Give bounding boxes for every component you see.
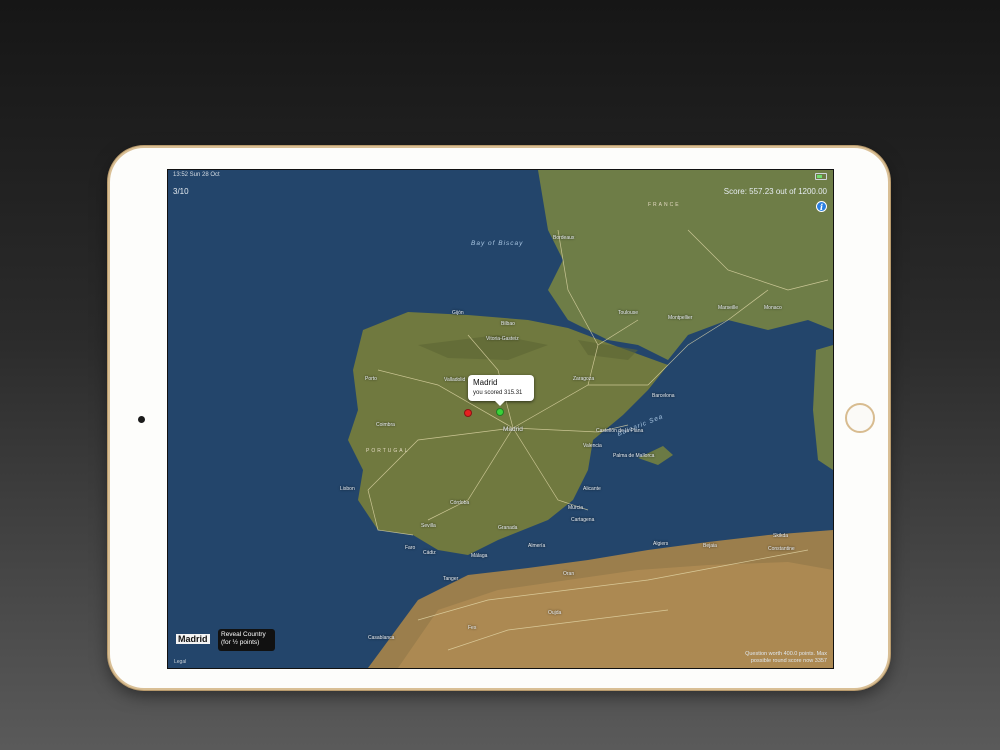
city-label: Toulouse <box>618 310 639 316</box>
city-label: Montpellier <box>668 315 693 321</box>
city-label: Lisbon <box>340 486 355 492</box>
reveal-country-button[interactable]: Reveal Country (for ½ points) <box>218 629 275 651</box>
city-label: Castellón de la Plana <box>596 428 644 434</box>
city-label: Skikda <box>773 533 789 539</box>
score-display: Score: 557.23 out of 1200.00 <box>723 187 827 196</box>
city-label: Cartagena <box>571 517 595 523</box>
reveal-button-line2: (for ½ points) <box>221 639 260 646</box>
city-label: Monaco <box>764 305 782 311</box>
round-note-line2: possible round score now 3357 <box>750 658 827 664</box>
answer-pin[interactable] <box>496 408 504 416</box>
round-note: Question worth 400.0 points. Max possibl… <box>745 651 827 665</box>
city-label: Constantine <box>768 546 795 552</box>
city-label: Casablanca <box>368 635 395 641</box>
city-label: Bejaia <box>703 543 717 549</box>
city-label: Vitoria-Gasteiz <box>486 336 519 342</box>
city-label: Granada <box>498 525 518 531</box>
legal-link[interactable]: Legal <box>174 659 186 665</box>
city-label: Oran <box>563 571 575 577</box>
city-label: Alicante <box>583 486 601 492</box>
city-label: Porto <box>365 376 377 382</box>
guess-pin[interactable] <box>464 409 472 417</box>
country-label-france: FRANCE <box>648 202 681 208</box>
callout-title: Madrid <box>473 378 498 387</box>
city-label: Faro <box>405 545 416 551</box>
city-label: Valladolid <box>444 377 466 383</box>
home-button[interactable] <box>845 403 875 433</box>
city-label: Algiers <box>653 541 669 547</box>
answer-label: Madrid <box>176 634 210 644</box>
city-label: Cádiz <box>423 550 436 556</box>
country-label-portugal: PORTUGAL <box>366 448 410 454</box>
city-label: Barcelona <box>652 393 675 399</box>
city-label: Málaga <box>471 553 488 559</box>
city-label: Oujda <box>548 610 562 616</box>
round-counter: 3/10 <box>173 187 189 196</box>
city-label: Bordeaux <box>553 235 575 241</box>
callout-subtitle: you scored 315.31 <box>473 390 523 396</box>
city-label: Almería <box>528 543 546 549</box>
score-callout: Madrid you scored 315.31 <box>468 375 534 406</box>
city-label: Coimbra <box>376 422 395 428</box>
city-label: Tanger <box>443 576 459 582</box>
city-label: Gijón <box>452 310 464 316</box>
city-label: Marseille <box>718 305 739 311</box>
battery-icon <box>815 173 827 180</box>
city-label: Zaragoza <box>573 376 595 382</box>
app-screen: 13:52 Sun 28 Oct 3/10 Score: 557.23 out … <box>167 169 834 669</box>
city-label: Córdoba <box>450 500 470 506</box>
status-time: 13:52 Sun 28 Oct <box>173 172 220 178</box>
city-label: Murcia <box>568 505 584 511</box>
reveal-button-line1: Reveal Country <box>221 631 266 638</box>
city-label: Sevilla <box>421 523 436 529</box>
water-label-biscay: Bay of Biscay <box>471 240 524 247</box>
info-icon[interactable]: i <box>816 201 827 212</box>
camera-icon <box>138 416 145 423</box>
city-label: Palma de Mallorca <box>613 453 655 459</box>
city-label: Bilbao <box>501 321 515 327</box>
city-label: Valencia <box>583 443 602 449</box>
city-label: Madrid <box>503 426 523 433</box>
round-note-line1: Question worth 400.0 points. Max <box>745 651 827 657</box>
city-label: Fes <box>468 625 477 631</box>
